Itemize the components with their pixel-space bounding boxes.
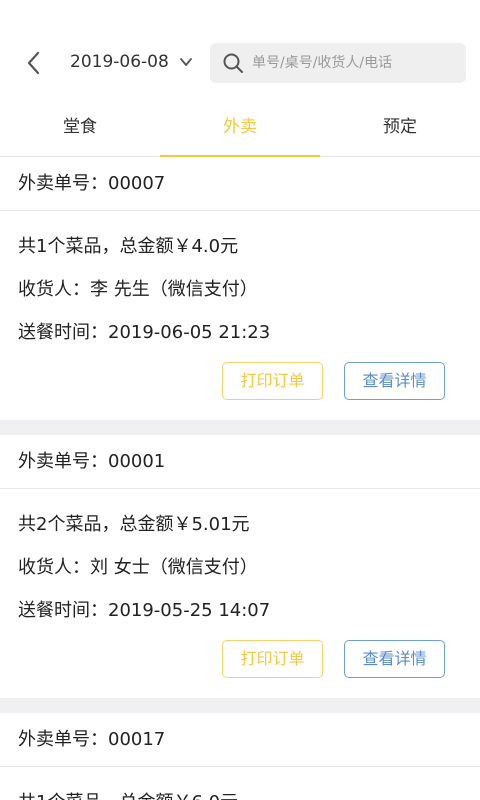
back-arrow-icon[interactable] (18, 48, 48, 78)
order-delivery-time: 送餐时间：2019-05-25 14:07 (18, 600, 271, 621)
chevron-down-icon (179, 58, 192, 66)
order-delivery-time: 送餐时间：2019-06-05 21:23 (18, 322, 271, 343)
view-details-button[interactable]: 查看详情 (344, 362, 445, 400)
order-list: 外卖单号：00007 共1个菜品，总金额￥4.0元 收货人：李 先生（微信支付）… (0, 157, 480, 800)
top-bar: 2019-06-08 (0, 0, 480, 100)
view-details-button[interactable]: 查看详情 (344, 640, 445, 678)
order-summary: 共1个菜品，总金额￥6.0元 (18, 781, 462, 800)
order-card: 外卖单号：00001 共2个菜品，总金额￥5.01元 收货人：刘 女士（微信支付… (0, 435, 480, 698)
search-input[interactable] (252, 55, 452, 71)
tab-takeout[interactable]: 外卖 (160, 100, 320, 158)
order-summary: 共2个菜品，总金额￥5.01元 (18, 514, 250, 535)
date-selector[interactable]: 2019-06-08 (70, 52, 193, 72)
order-receiver: 收货人：刘 女士（微信支付） (18, 557, 258, 578)
tab-reservation[interactable]: 预定 (320, 100, 480, 157)
card-divider (0, 698, 480, 713)
order-card: 外卖单号：00017 共1个菜品，总金额￥6.0元 (0, 713, 480, 800)
tab-dine-in[interactable]: 堂食 (0, 100, 160, 157)
search-box[interactable] (210, 43, 466, 83)
card-divider (0, 420, 480, 435)
order-card: 外卖单号：00007 共1个菜品，总金额￥4.0元 收货人：李 先生（微信支付）… (0, 157, 480, 420)
order-number: 外卖单号：00001 (0, 435, 480, 489)
order-summary: 共1个菜品，总金额￥4.0元 (18, 236, 239, 257)
print-order-button[interactable]: 打印订单 (222, 362, 323, 400)
order-number: 外卖单号：00007 (0, 157, 480, 211)
search-icon (223, 53, 243, 73)
order-number: 外卖单号：00017 (0, 713, 480, 767)
order-type-tabs: 堂食 外卖 预定 (0, 100, 480, 158)
date-value: 2019-06-08 (70, 52, 169, 72)
order-receiver: 收货人：李 先生（微信支付） (18, 279, 258, 300)
print-order-button[interactable]: 打印订单 (222, 640, 323, 678)
